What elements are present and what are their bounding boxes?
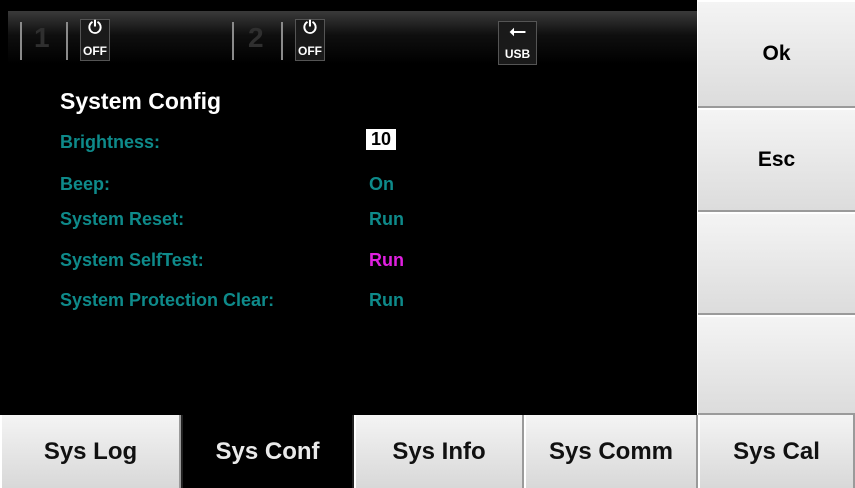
system-selftest-label: System SelfTest: — [60, 250, 204, 270]
tab-sys-conf[interactable]: Sys Conf — [181, 415, 354, 488]
divider — [281, 22, 283, 60]
channel-2-power-indicator: ⏻ OFF — [295, 18, 325, 61]
display-screen: 1 ⏻ OFF 2 ⏻ OFF ⭠ USB System Config Brig… — [0, 0, 697, 415]
power-icon: ⏻ — [303, 18, 317, 37]
channel-2-number: 2 — [248, 22, 264, 53]
channel-1-number: 1 — [34, 22, 50, 53]
tab-sys-info[interactable]: Sys Info — [354, 415, 524, 488]
brightness-label: Brightness: — [60, 132, 161, 152]
usb-indicator: ⭠ USB — [498, 18, 537, 65]
divider — [20, 22, 22, 60]
channel-2-state: OFF — [298, 44, 322, 58]
tab-sys-log[interactable]: Sys Log — [0, 415, 181, 488]
system-reset-label: System Reset: — [60, 209, 185, 229]
usb-label: USB — [504, 47, 531, 61]
softkey-blank-1[interactable] — [698, 212, 855, 315]
system-protection-clear-value[interactable]: Run — [369, 290, 404, 311]
system-selftest-value[interactable]: Run — [369, 250, 404, 271]
usb-icon: ⭠ — [508, 18, 527, 43]
divider — [66, 22, 68, 60]
channel-1-power-indicator: ⏻ OFF — [80, 18, 110, 61]
tab-sys-cal[interactable]: Sys Cal — [698, 415, 855, 488]
system-reset-value[interactable]: Run — [369, 209, 404, 230]
channel-1-state: OFF — [83, 44, 107, 58]
divider — [232, 22, 234, 60]
tab-sys-comm[interactable]: Sys Comm — [524, 415, 698, 488]
beep-label: Beep: — [60, 174, 111, 194]
brightness-value[interactable]: 10 — [366, 129, 397, 150]
status-bar — [8, 11, 697, 64]
page-title: System Config — [60, 88, 222, 114]
softkey-blank-2[interactable] — [698, 315, 855, 415]
ok-button[interactable]: Ok — [698, 0, 855, 108]
beep-value[interactable]: On — [369, 174, 394, 195]
esc-button[interactable]: Esc — [698, 108, 855, 212]
power-icon: ⏻ — [88, 18, 102, 37]
system-protection-clear-label: System Protection Clear: — [60, 290, 275, 310]
